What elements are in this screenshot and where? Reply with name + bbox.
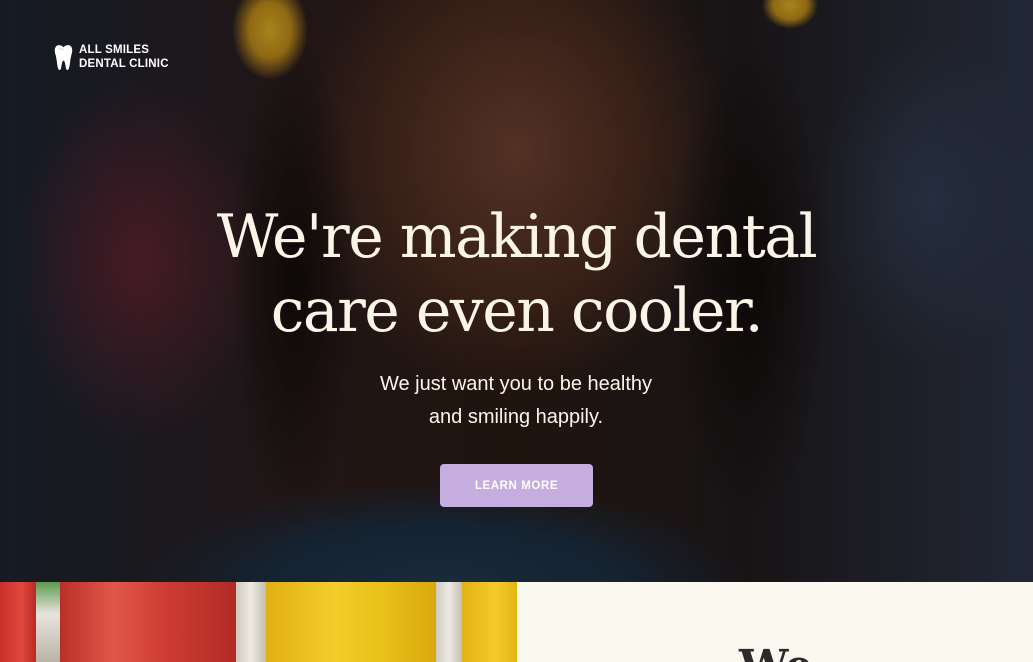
brand-name-line2: DENTAL CLINIC	[79, 57, 169, 70]
hero-headline-line1: We're making dental	[216, 202, 818, 272]
brand-name-line1: ALL SMILES	[79, 44, 150, 56]
hero-headline: We're making dental care even cooler.	[150, 200, 883, 348]
fence-plank	[36, 582, 60, 662]
hero-subheading: We just want you to be healthy and smili…	[316, 368, 716, 434]
fence-plank	[462, 582, 517, 662]
hero-subheading-line1: We just want you to be healthy	[379, 373, 652, 395]
painted-fence-image	[0, 582, 517, 662]
tooth-icon	[54, 44, 73, 71]
welcome-panel: We	[517, 582, 1033, 662]
hero-section: ALL SMILES DENTAL CLINIC We're making de…	[0, 0, 1033, 582]
fence-plank	[60, 582, 236, 662]
welcome-section: We	[0, 582, 1033, 662]
fence-plank	[266, 582, 436, 662]
fence-plank	[236, 582, 266, 662]
brand-logo[interactable]: ALL SMILES DENTAL CLINIC	[54, 44, 169, 71]
fence-plank	[436, 582, 462, 662]
hero-subheading-line2: and smiling happily.	[428, 406, 604, 428]
welcome-heading: We	[739, 642, 813, 662]
learn-more-button[interactable]: LEARN MORE	[440, 464, 593, 507]
fence-plank	[0, 582, 36, 662]
hero-headline-line2: care even cooler.	[270, 276, 764, 346]
